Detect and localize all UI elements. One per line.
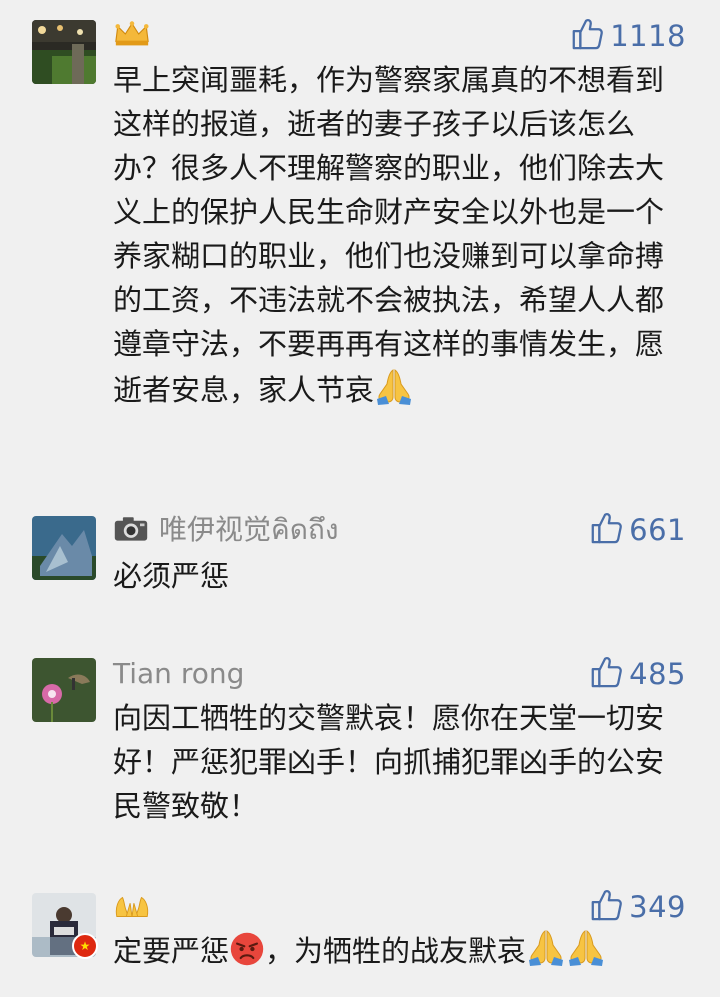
- raised-hands-icon: [113, 893, 151, 925]
- username[interactable]: 唯伊视觉คิดถึง: [159, 510, 339, 550]
- comment-item: ★ 349 定要严惩 ，为牺牲的战友默哀: [0, 875, 720, 997]
- camera-icon: [113, 513, 149, 547]
- china-flag-badge: ★: [72, 933, 98, 959]
- thumbs-up-icon: [570, 17, 604, 55]
- avatar[interactable]: [32, 516, 96, 580]
- comment-text: 定要严惩 ，为牺牲的战友默哀: [113, 927, 688, 979]
- crown-icon: [113, 20, 151, 52]
- like-count: 485: [629, 657, 686, 691]
- avatar[interactable]: [32, 658, 96, 722]
- comment-text: 向因工牺牲的交警默哀！愿你在天堂一切安好！严惩犯罪凶手！向抓捕犯罪凶手的公安民警…: [113, 701, 665, 823]
- comment-text: 早上突闻噩耗，作为警察家属真的不想看到这样的报道，逝者的妻子孩子以后该怎么办？很…: [113, 58, 688, 418]
- thumbs-up-icon: [589, 655, 623, 693]
- like-button[interactable]: 661: [589, 510, 686, 550]
- avatar[interactable]: [32, 20, 96, 84]
- thumbs-up-icon: [589, 511, 623, 549]
- like-button[interactable]: 485: [589, 654, 686, 694]
- like-count: 661: [629, 513, 686, 547]
- praying-hands-icon: [374, 366, 414, 418]
- comment-item: Tian rong 485 向因工牺牲的交警默哀！愿你在天堂一切安好！严惩犯罪凶…: [0, 640, 720, 840]
- like-button[interactable]: 349: [589, 887, 686, 927]
- like-count: 1118: [610, 19, 686, 53]
- like-button[interactable]: 1118: [570, 16, 686, 56]
- comment-item: 1118 早上突闻噩耗，作为警察家属真的不想看到这样的报道，逝者的妻子孩子以后该…: [0, 0, 720, 480]
- comment-item: 唯伊视觉คิดถึง 661 必须严惩: [0, 490, 720, 610]
- comment-text: 必须严惩: [113, 559, 230, 593]
- angry-face-icon: [229, 931, 265, 979]
- thumbs-up-icon: [589, 888, 623, 926]
- praying-hands-icon: [566, 927, 606, 979]
- praying-hands-icon: [526, 927, 566, 979]
- username[interactable]: Tian rong: [113, 654, 244, 694]
- like-count: 349: [629, 890, 686, 924]
